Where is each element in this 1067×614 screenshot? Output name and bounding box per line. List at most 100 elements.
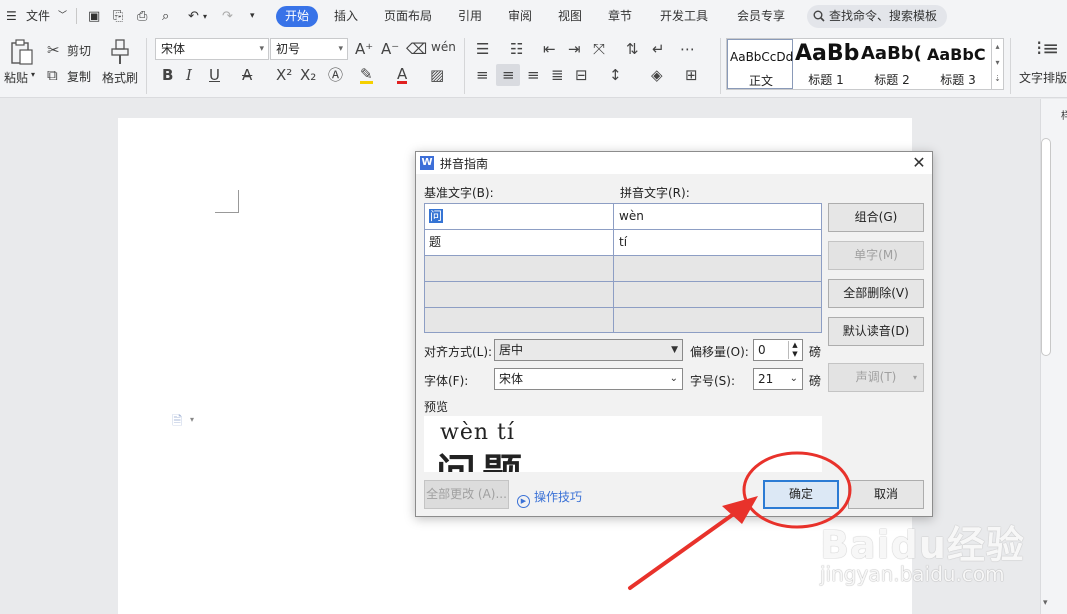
print-icon[interactable]: ⎙: [137, 7, 147, 26]
style-heading-1[interactable]: AaBb 标题 1: [793, 39, 859, 89]
change-all-button[interactable]: 全部更改 (A)...: [424, 480, 509, 509]
highlight-icon[interactable]: ✎: [360, 67, 373, 84]
text-effect-icon[interactable]: Ⓐ: [328, 67, 343, 83]
paste-dropdown-icon[interactable]: ▾: [31, 70, 35, 79]
alignment-label: 对齐方式(L):: [424, 345, 493, 359]
default-reading-button[interactable]: 默认读音(D): [828, 317, 924, 346]
style-scroll-icon[interactable]: ▴ ▾ ⇣: [991, 39, 1003, 89]
tab-page-layout[interactable]: 页面布局: [384, 7, 432, 26]
justify-icon[interactable]: ≣: [551, 67, 564, 83]
tab-member[interactable]: 会员专享: [737, 7, 785, 26]
decrease-indent-icon[interactable]: ⇤: [543, 41, 556, 57]
output-icon[interactable]: ⎘: [113, 7, 123, 26]
borders-icon[interactable]: ⊞: [685, 67, 698, 83]
redo-icon[interactable]: ↷: [222, 7, 233, 26]
single-char-button[interactable]: 单字(M): [828, 241, 924, 270]
font-select[interactable]: 宋体 ⌄: [494, 368, 683, 390]
text-layout-icon[interactable]: ⁝≡: [1036, 38, 1059, 58]
line-spacing-icon[interactable]: ↕: [609, 67, 622, 83]
chevron-down-icon[interactable]: ▾: [190, 415, 194, 424]
character-border-icon[interactable]: ▨: [430, 67, 444, 83]
align-right-icon[interactable]: ≡: [527, 67, 540, 83]
scissors-icon[interactable]: ✂: [47, 42, 60, 58]
style-heading-2[interactable]: AaBb( 标题 2: [859, 39, 925, 89]
italic-icon[interactable]: I: [186, 67, 192, 83]
font-name-select[interactable]: 宋体 ▾: [155, 38, 269, 60]
copy-icon[interactable]: ⧉: [47, 67, 58, 83]
tab-view[interactable]: 视图: [558, 7, 582, 26]
group-button[interactable]: 组合(G): [828, 203, 924, 232]
more-options-icon[interactable]: ⋯: [680, 41, 695, 57]
pinyin-guide-icon[interactable]: wén: [431, 39, 456, 55]
strikethrough-icon[interactable]: A: [242, 67, 252, 83]
align-left-icon[interactable]: ≡: [476, 67, 489, 83]
format-painter-icon[interactable]: [110, 39, 130, 65]
menu-file[interactable]: 文件: [26, 7, 50, 26]
hamburger-icon[interactable]: ☰: [6, 7, 17, 26]
ruby-text-label: 拼音文字(R):: [620, 186, 690, 200]
tab-section[interactable]: 章节: [608, 7, 632, 26]
vertical-scrollbar[interactable]: [1041, 138, 1051, 356]
cut-button[interactable]: 剪切: [67, 42, 91, 59]
superscript-icon[interactable]: X²: [276, 67, 292, 83]
undo-icon[interactable]: ↶: [188, 7, 199, 26]
clear-format-icon[interactable]: ⌫: [406, 41, 427, 57]
base-text-field[interactable]: [425, 256, 614, 281]
ruby-text-field[interactable]: tí: [614, 230, 821, 255]
style-heading-3[interactable]: AaBbC 标题 3: [925, 39, 991, 89]
preview-label: 预览: [424, 400, 449, 414]
tips-link[interactable]: ▶ 操作技巧: [517, 488, 582, 508]
font-color-icon[interactable]: A: [397, 67, 408, 84]
tab-review[interactable]: 审阅: [508, 7, 532, 26]
save-icon[interactable]: ▣: [88, 7, 100, 26]
tone-button[interactable]: 声调(T) ▾: [828, 363, 924, 392]
increase-indent-icon[interactable]: ⇥: [568, 41, 581, 57]
font-size-select[interactable]: 初号 ▾: [270, 38, 348, 60]
offset-stepper[interactable]: 0 ▲ ▼: [753, 339, 803, 361]
sort-icon[interactable]: ⇅: [626, 41, 639, 57]
command-search[interactable]: 查找命令、搜索模板: [807, 5, 947, 28]
distribute-icon[interactable]: ⊟: [575, 67, 588, 83]
base-text-field[interactable]: 题: [425, 230, 614, 255]
style-normal[interactable]: AaBbCcDd 正文: [727, 39, 793, 89]
underline-icon[interactable]: U: [209, 67, 220, 83]
paste-icon[interactable]: [9, 38, 35, 66]
paragraph-icon[interactable]: 🗎: [172, 412, 182, 434]
preview-pinyin: wèn tí: [440, 420, 515, 445]
text-layout-button[interactable]: 文字排版: [1019, 69, 1067, 86]
tab-developer[interactable]: 开发工具: [660, 7, 708, 26]
ruby-text-field[interactable]: wèn: [614, 204, 821, 229]
format-painter-button[interactable]: 格式刷: [102, 69, 138, 86]
more-icon[interactable]: ▾: [250, 7, 255, 26]
chevron-down-icon[interactable]: ﹀: [58, 7, 67, 26]
stepper-arrows-icon[interactable]: ▲ ▼: [788, 341, 801, 359]
alignment-select[interactable]: 居中 ▼: [494, 339, 683, 361]
close-icon[interactable]: ✕: [910, 154, 928, 172]
ruby-text-field[interactable]: [614, 282, 821, 307]
print-preview-icon[interactable]: ⌕: [162, 7, 169, 26]
base-text-field[interactable]: [425, 308, 614, 333]
tab-references[interactable]: 引用: [458, 7, 482, 26]
tab-start[interactable]: 开始: [276, 6, 318, 27]
ruby-text-field[interactable]: [614, 308, 821, 333]
clear-all-button[interactable]: 全部删除(V): [828, 279, 924, 308]
shrink-font-icon[interactable]: A⁻: [381, 41, 399, 57]
show-marks-icon[interactable]: ↵: [652, 41, 665, 57]
table-row: [425, 282, 821, 308]
chinese-layout-icon[interactable]: ⤧: [593, 41, 605, 57]
bullet-list-icon[interactable]: ☰: [476, 41, 489, 57]
numbered-list-icon[interactable]: ☷: [510, 41, 523, 57]
bold-icon[interactable]: B: [162, 67, 173, 83]
base-text-field[interactable]: [425, 282, 614, 307]
grow-font-icon[interactable]: A⁺: [355, 41, 373, 57]
base-text-field[interactable]: 问: [425, 204, 614, 229]
shading-icon[interactable]: ◈: [651, 67, 663, 83]
copy-button[interactable]: 复制: [67, 68, 91, 85]
undo-dropdown-icon[interactable]: ▾: [203, 7, 207, 26]
paste-button[interactable]: 粘贴: [4, 69, 28, 86]
subscript-icon[interactable]: X₂: [300, 67, 316, 83]
size-select[interactable]: 21 ⌄: [753, 368, 803, 390]
baidu-jingyan-watermark: Baidu经验 jingyan.baidu.com: [820, 500, 1050, 600]
tab-insert[interactable]: 插入: [334, 7, 358, 26]
ruby-text-field[interactable]: [614, 256, 821, 281]
